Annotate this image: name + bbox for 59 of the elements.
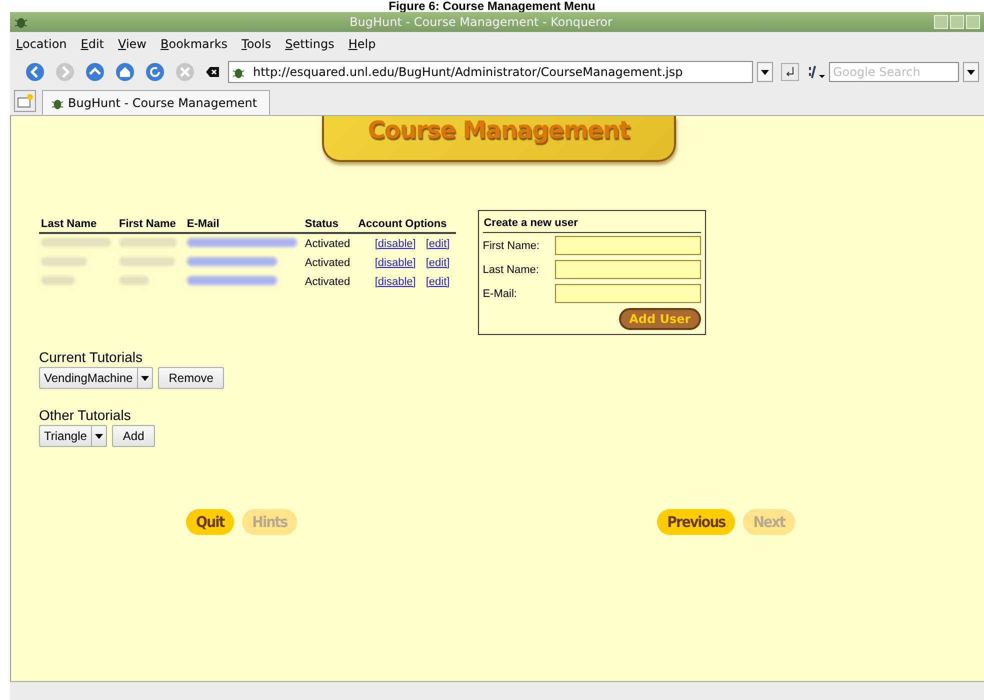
column-header: Last Name bbox=[39, 216, 117, 233]
search-engine-icon[interactable] bbox=[807, 65, 827, 79]
new-tab-icon[interactable] bbox=[14, 90, 36, 112]
account-link[interactable]: [edit] bbox=[426, 276, 450, 288]
blurred-text bbox=[41, 256, 87, 266]
tutorial-select[interactable]: VendingMachine bbox=[39, 367, 153, 389]
caret-icon bbox=[140, 376, 149, 380]
url-field[interactable]: http://esquared.unl.edu/BugHunt/Administrator/CourseManagement.jsp bbox=[228, 61, 753, 83]
blurred-text bbox=[119, 238, 177, 246]
tutorial-select[interactable]: Triangle bbox=[39, 425, 107, 447]
browser-tab[interactable]: BugHunt - Course Management bbox=[42, 90, 270, 115]
input-field[interactable] bbox=[554, 284, 701, 303]
account-link[interactable]: [disable] bbox=[374, 256, 416, 268]
figure-caption: Figure 6: Course Management Menu bbox=[388, 0, 596, 12]
menu-item[interactable]: Tools bbox=[242, 37, 272, 51]
column-header: Account Options bbox=[356, 216, 456, 233]
section-heading: Current Tutorials bbox=[39, 349, 144, 365]
column-header: Status bbox=[302, 216, 356, 233]
tutorial-button[interactable]: Add bbox=[112, 425, 156, 447]
field-label: Last Name: bbox=[482, 264, 539, 276]
bug-icon bbox=[14, 15, 28, 29]
section-heading: Other Tutorials bbox=[39, 407, 132, 423]
input-field[interactable] bbox=[554, 236, 701, 255]
account-link[interactable]: [disable] bbox=[374, 276, 416, 288]
nav-button[interactable]: Quit bbox=[186, 509, 234, 535]
menu-item[interactable]: Bookmarks bbox=[160, 37, 228, 51]
account-link[interactable]: [edit] bbox=[426, 256, 450, 268]
input-field[interactable] bbox=[554, 260, 701, 279]
field-label: E-Mail: bbox=[482, 288, 517, 300]
caret-icon bbox=[761, 70, 769, 74]
form-title: Create a new user bbox=[482, 215, 701, 233]
menu-item[interactable]: Location bbox=[16, 37, 67, 51]
enter-icon[interactable] bbox=[781, 63, 799, 81]
status-cell: Activated bbox=[302, 233, 356, 253]
account-link[interactable]: [disable] bbox=[374, 238, 416, 250]
tutorial-button[interactable]: Remove bbox=[158, 367, 224, 389]
blurred-text bbox=[119, 276, 149, 284]
blurred-text bbox=[119, 256, 175, 266]
clear-icon[interactable] bbox=[206, 66, 220, 78]
status-cell-text: Activated bbox=[304, 274, 352, 290]
menu-item[interactable]: View bbox=[118, 37, 146, 51]
caret-icon bbox=[94, 434, 103, 438]
menu-item[interactable]: Edit bbox=[80, 37, 104, 51]
page-banner: Course Management bbox=[322, 116, 676, 162]
blurred-text bbox=[41, 276, 75, 284]
menu-item[interactable]: Help bbox=[348, 37, 376, 51]
column-header: First Name bbox=[117, 216, 185, 233]
field-label: First Name: bbox=[482, 240, 540, 252]
blurred-text bbox=[41, 238, 111, 246]
dropdown-button[interactable] bbox=[963, 62, 979, 82]
menu-item[interactable]: Settings bbox=[285, 37, 334, 51]
nav-button[interactable]: Previous bbox=[657, 509, 736, 535]
dropdown-button[interactable] bbox=[757, 62, 773, 82]
column-header: E-Mail bbox=[184, 216, 303, 233]
window-title: BugHunt - Course Management - Konqueror bbox=[348, 15, 614, 29]
status-cell-text: Activated bbox=[304, 256, 352, 270]
search-field[interactable]: Google Search bbox=[829, 62, 959, 82]
account-link[interactable]: [edit] bbox=[426, 238, 450, 250]
caret-icon bbox=[967, 70, 975, 74]
